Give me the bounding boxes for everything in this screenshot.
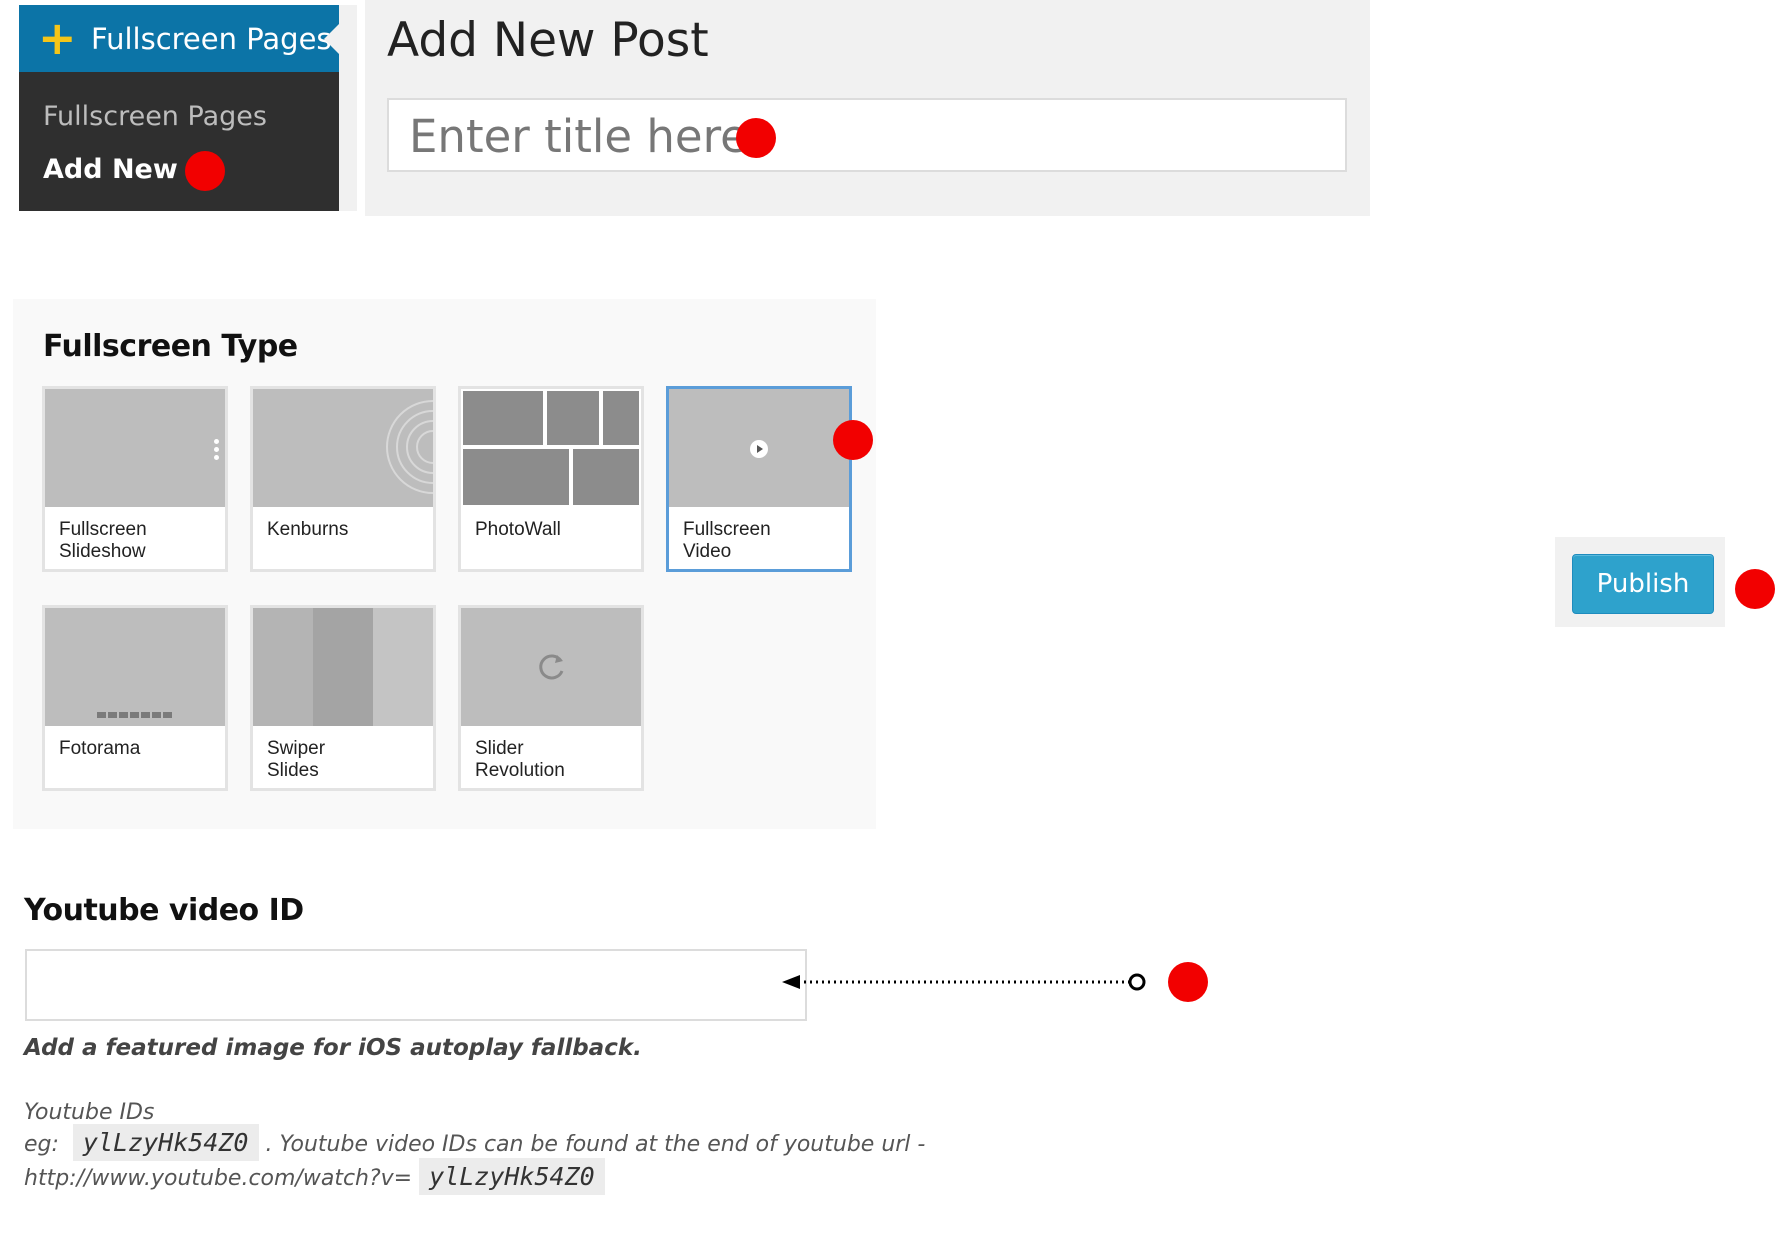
marker-dot: [185, 151, 225, 191]
menu-pointer-icon: [324, 23, 340, 55]
fullscreen-type-heading: Fullscreen Type: [43, 329, 298, 364]
type-option-kenburns[interactable]: Kenburns: [250, 386, 436, 572]
fotorama-thumbnail: [45, 608, 225, 726]
type-label: Fullscreen Video: [683, 519, 771, 562]
type-option-slider-revolution[interactable]: Slider Revolution: [458, 605, 644, 791]
marker-dot: [736, 118, 776, 158]
type-option-fullscreen-video[interactable]: Fullscreen Video: [666, 386, 852, 572]
title-input[interactable]: Enter title here: [387, 98, 1347, 172]
slideshow-thumbnail: [45, 389, 225, 507]
page-title: Add New Post: [387, 13, 709, 68]
submenu-item-fullscreen-pages[interactable]: Fullscreen Pages: [43, 101, 267, 132]
youtube-featured-image-note: Add a featured image for iOS autoplay fa…: [24, 1035, 642, 1061]
type-option-photowall[interactable]: PhotoWall: [458, 386, 644, 572]
type-label: Slider Revolution: [475, 738, 565, 781]
menu-title: Fullscreen Pages: [91, 22, 332, 56]
type-label: PhotoWall: [475, 519, 561, 540]
submenu-item-add-new[interactable]: Add New: [43, 154, 178, 185]
play-icon: [750, 440, 768, 458]
marker-dot: [833, 420, 873, 460]
type-option-fullscreen-slideshow[interactable]: Fullscreen Slideshow: [42, 386, 228, 572]
type-label: Kenburns: [267, 519, 349, 540]
menu-header-fullscreen-pages[interactable]: + Fullscreen Pages: [19, 5, 340, 72]
refresh-icon: [539, 654, 564, 680]
kenburns-thumbnail: [253, 389, 433, 507]
youtube-url-prefix: http://www.youtube.com/watch?v=: [24, 1166, 413, 1191]
type-label: Fullscreen Slideshow: [59, 519, 147, 562]
admin-menu: + Fullscreen Pages Fullscreen Pages Add …: [19, 5, 340, 211]
type-label: Fotorama: [59, 738, 141, 759]
type-label: Swiper Slides: [267, 738, 326, 781]
youtube-url-line: http://www.youtube.com/watch?v= ylLzyHk5…: [24, 1158, 605, 1195]
eg-prefix: eg:: [24, 1132, 59, 1157]
youtube-video-id-heading: Youtube video ID: [24, 893, 304, 928]
example-explanation: . Youtube video IDs can be found at the …: [265, 1132, 926, 1157]
plus-icon: +: [38, 11, 77, 65]
video-thumbnail: [669, 389, 849, 507]
example-id-in-url: ylLzyHk54Z0: [419, 1158, 605, 1195]
title-placeholder: Enter title here: [409, 110, 748, 163]
arrow-left-icon: [782, 973, 1146, 991]
marker-dot: [1735, 569, 1775, 609]
type-option-swiper-slides[interactable]: Swiper Slides: [250, 605, 436, 791]
publish-button[interactable]: Publish: [1572, 554, 1714, 614]
menu-edge: [339, 5, 357, 211]
marker-dot: [1168, 962, 1208, 1002]
example-id: ylLzyHk54Z0: [72, 1124, 259, 1161]
fullscreen-type-panel: Fullscreen Type Fullscreen Slideshow Ken…: [13, 299, 876, 829]
publish-box: Publish: [1555, 537, 1725, 627]
youtube-ids-label: Youtube IDs: [24, 1100, 155, 1125]
slider-revolution-thumbnail: [461, 608, 641, 726]
type-option-fotorama[interactable]: Fotorama: [42, 605, 228, 791]
swiper-thumbnail: [253, 608, 433, 726]
youtube-video-id-input[interactable]: [25, 949, 807, 1021]
post-header: Add New Post Enter title here: [365, 0, 1370, 216]
photowall-thumbnail: [461, 389, 641, 507]
youtube-example-line: eg: ylLzyHk54Z0 . Youtube video IDs can …: [24, 1124, 926, 1161]
